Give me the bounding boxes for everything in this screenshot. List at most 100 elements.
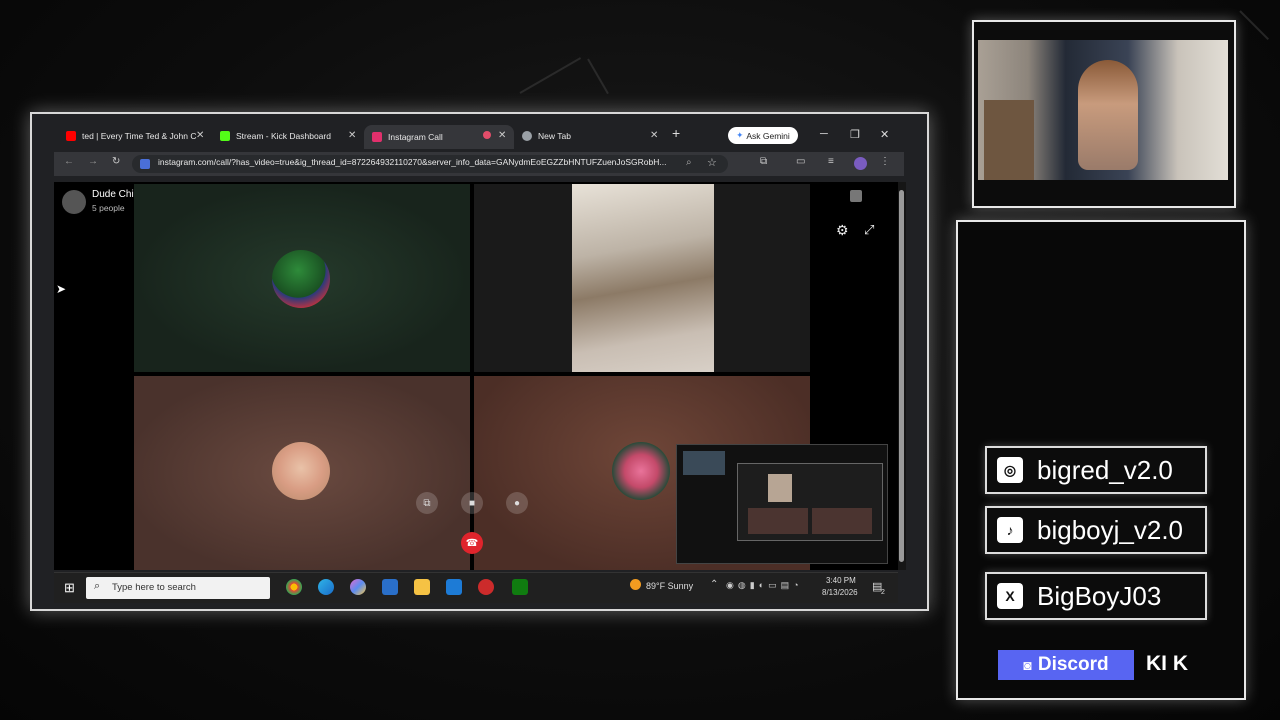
reload-icon[interactable]: ↻ [112, 156, 120, 167]
tab-youtube[interactable]: ted | Every Time Ted & John C [66, 126, 206, 146]
tab-instagram-call[interactable]: Instagram Call [364, 125, 514, 149]
site-info-icon[interactable] [140, 159, 150, 169]
store-icon[interactable] [446, 579, 462, 595]
decor-line [519, 57, 582, 94]
toolbar: ← → ↻ instagram.com/call/?has_video=true… [54, 152, 904, 176]
close-icon[interactable]: ✕ [498, 130, 506, 141]
preview-thumbnail [683, 451, 725, 475]
shelf [984, 100, 1034, 180]
cast-icon[interactable]: ▭ [796, 156, 805, 167]
decor-line [1239, 10, 1269, 40]
new-tab-button[interactable]: + [672, 125, 680, 141]
mail-icon[interactable] [382, 579, 398, 595]
youtube-icon [66, 131, 76, 141]
bookmark-star-icon[interactable]: ☆ [707, 156, 717, 169]
extensions-icon[interactable]: ⧉ [760, 156, 767, 167]
chrome-taskbar-icon[interactable] [286, 579, 302, 595]
weather-text[interactable]: 89°F Sunny [646, 581, 693, 591]
obs-icon[interactable] [478, 579, 494, 595]
forward-icon[interactable]: → [88, 156, 98, 167]
search-icon: ⌕ [94, 580, 101, 592]
microphone-icon: ● [513, 497, 521, 509]
clock-date[interactable]: 8/13/2026 [822, 588, 858, 597]
copilot-icon[interactable] [350, 579, 366, 595]
address-bar[interactable]: instagram.com/call/?has_video=true&ig_th… [132, 155, 728, 173]
social-x: X BigBoyJ03 [985, 572, 1207, 620]
discord-label: Discord [1037, 654, 1109, 675]
media-icon[interactable]: ≡ [828, 156, 834, 167]
preview-tile [748, 508, 808, 534]
url-text[interactable]: instagram.com/call/?has_video=true&ig_th… [158, 157, 678, 167]
clock-time[interactable]: 3:40 PM [826, 576, 856, 585]
kick-logo: KI K [1146, 652, 1188, 675]
participant-video [572, 184, 714, 372]
restore-button[interactable]: ❐ [850, 128, 860, 141]
end-call-button[interactable]: ☎ [461, 532, 483, 554]
end-call-icon: ☎ [465, 537, 479, 549]
webcam-frame [972, 20, 1236, 208]
settings-gear-icon[interactable]: ⚙ [836, 222, 849, 239]
microphone-button[interactable]: ● [506, 492, 528, 514]
social-tiktok: ♪ bigboyj_v2.0 [985, 506, 1207, 554]
tab-kick-dashboard[interactable]: Stream - Kick Dashboard [220, 126, 360, 146]
instagram-icon: ◎ [997, 457, 1023, 483]
profile-avatar[interactable] [854, 157, 867, 170]
tab-label: Instagram Call [388, 132, 443, 142]
instagram-call-page: Dude Chill Just Chill 5 people ➤ ⚙ ⤢ ⧉ ■… [54, 182, 898, 570]
xbox-icon[interactable] [512, 579, 528, 595]
windows-start-icon[interactable]: ⊞ [64, 580, 75, 596]
preview-video [768, 474, 792, 502]
menu-icon[interactable]: ⋮ [880, 156, 890, 167]
fullscreen-icon[interactable]: ⤢ [864, 222, 874, 238]
scrollbar-thumb[interactable] [899, 190, 904, 562]
file-explorer-icon[interactable] [414, 579, 430, 595]
participant-avatar [272, 250, 330, 308]
preview-tile [812, 508, 872, 534]
back-icon[interactable]: ← [64, 156, 74, 167]
instagram-handle: bigred_v2.0 [1037, 454, 1173, 485]
chrome-icon [522, 131, 532, 141]
share-screen-button[interactable]: ⧉ [416, 492, 438, 514]
camera-button[interactable]: ■ [461, 492, 483, 514]
camera-icon: ■ [468, 497, 476, 509]
participant-tile[interactable] [474, 184, 810, 372]
tray-icons[interactable]: ◉◍▮◐▭▤◔ [726, 580, 803, 591]
tab-strip: ted | Every Time Ted & John C ✕ Stream -… [32, 114, 927, 156]
participant-tile[interactable] [134, 376, 470, 570]
screen-preview [676, 444, 888, 564]
tiktok-handle: bigboyj_v2.0 [1037, 514, 1183, 545]
tiktok-icon: ♪ [997, 517, 1023, 543]
participant-avatar [272, 442, 330, 500]
windows-taskbar: ⊞ ⌕ Type here to search 89°F Sunny ⌃ ◉◍▮… [54, 572, 898, 603]
group-avatar [62, 190, 86, 214]
tab-new-tab[interactable]: New Tab [522, 126, 662, 146]
edge-icon[interactable] [318, 579, 334, 595]
close-window-button[interactable]: ✕ [880, 128, 889, 141]
instagram-icon [372, 132, 382, 142]
recording-icon [483, 131, 491, 139]
layout-icon[interactable] [850, 190, 862, 202]
close-icon[interactable]: ✕ [650, 130, 658, 141]
tab-label: New Tab [538, 131, 571, 141]
tray-chevron-icon[interactable]: ⌃ [710, 579, 718, 590]
decor-line [587, 58, 609, 95]
zoom-icon[interactable]: ⌕ [686, 157, 692, 168]
page-scrollbar[interactable] [898, 182, 906, 570]
search-placeholder: Type here to search [112, 582, 196, 593]
notification-count: 2 [881, 589, 885, 596]
weather-icon [630, 579, 641, 590]
participant-tile[interactable] [134, 184, 470, 372]
ask-gemini-label: Ask Gemini [746, 130, 790, 141]
x-handle: BigBoyJ03 [1037, 580, 1162, 611]
close-icon[interactable]: ✕ [348, 130, 356, 141]
minimize-button[interactable]: ─ [820, 128, 828, 140]
ask-gemini-button[interactable]: ✦ Ask Gemini [728, 127, 798, 144]
streamer [1078, 60, 1138, 170]
member-count: 5 people [92, 203, 125, 213]
taskbar-search-input[interactable]: ⌕ Type here to search [86, 577, 270, 599]
cursor-icon: ➤ [56, 282, 67, 296]
social-instagram: ◎ bigred_v2.0 [985, 446, 1207, 494]
close-icon[interactable]: ✕ [196, 130, 204, 141]
tab-label: Stream - Kick Dashboard [236, 131, 331, 141]
share-screen-icon: ⧉ [423, 497, 431, 509]
